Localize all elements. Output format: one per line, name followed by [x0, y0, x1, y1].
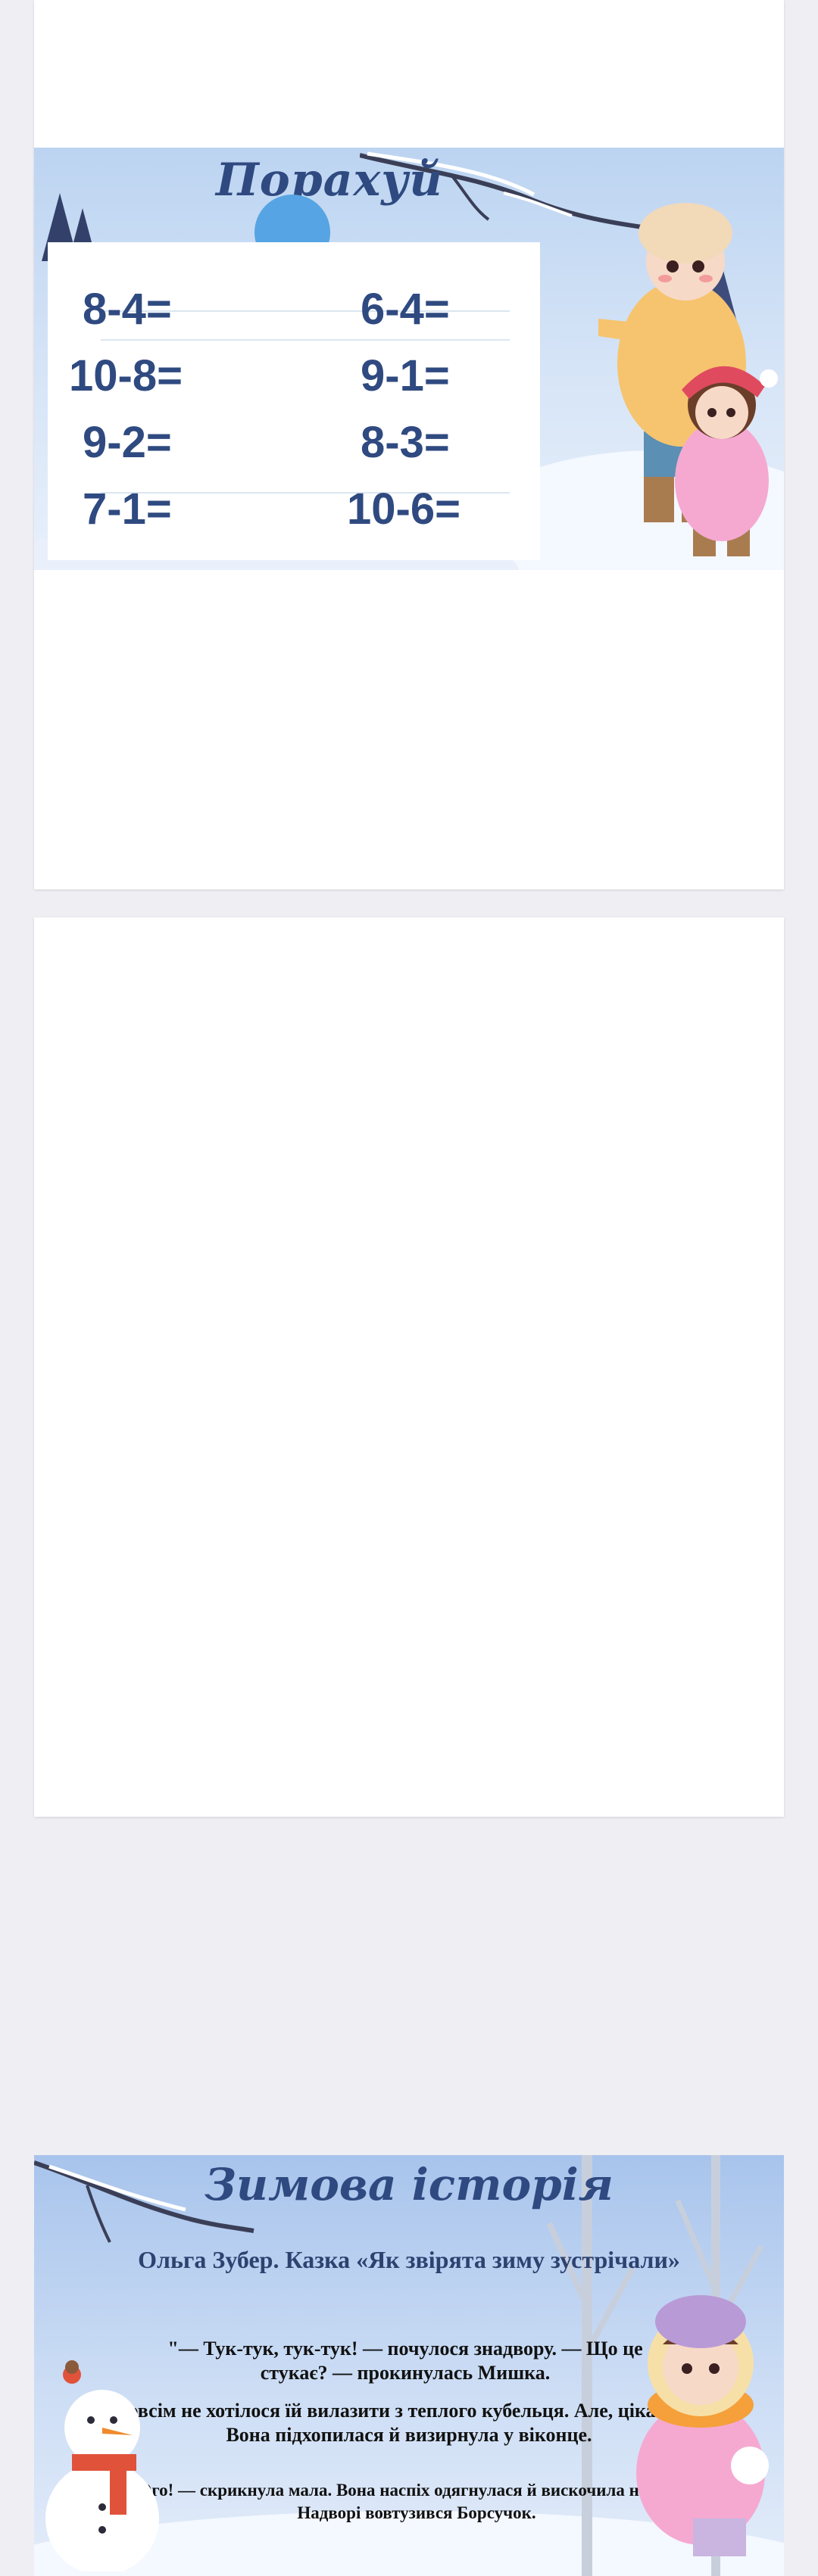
snowman-illustration	[45, 2360, 159, 2571]
slide-title: Порахуй	[216, 154, 443, 207]
document-page-1: Порахуй 8-4= 10-8= 9-2= 7-1= 6-4= 9-1= 8…	[34, 0, 784, 889]
math-problem: 9-2=	[83, 418, 172, 467]
math-problem: 10-8=	[69, 351, 183, 400]
document-page-2: Зимова історія Ольга Зубер. Казка «Як зв…	[34, 917, 784, 2576]
story-paragraph: "— Тук-тук, тук-тук! — почулося знадвору…	[167, 2338, 643, 2384]
worksheet-card: 8-4= 10-8= 9-2= 7-1= 6-4= 9-1= 8-3= 10-6…	[48, 242, 540, 560]
story-paragraph: Зовсім не хотілося їй вилазити з теплого…	[117, 2400, 701, 2446]
math-problem: 6-4=	[361, 285, 450, 334]
slide-winter-story: Зимова історія Ольга Зубер. Казка «Як зв…	[34, 2155, 784, 2576]
math-problem: 9-1=	[361, 351, 450, 400]
math-problem: 7-1=	[83, 484, 172, 534]
math-problem: 8-4=	[83, 285, 172, 334]
child-in-pink-coat-illustration	[675, 366, 778, 556]
ruled-line	[101, 339, 510, 341]
story-subtitle: Ольга Зубер. Казка «Як звірята зиму зуст…	[138, 2246, 680, 2273]
math-problem: 8-3=	[361, 418, 450, 467]
math-problem: 10-6=	[347, 484, 461, 534]
slide-title: Зимова історія	[204, 2159, 614, 2210]
girl-with-snowball-illustration	[636, 2295, 769, 2556]
slide-count-exercise: Порахуй 8-4= 10-8= 9-2= 7-1= 6-4= 9-1= 8…	[34, 148, 784, 570]
